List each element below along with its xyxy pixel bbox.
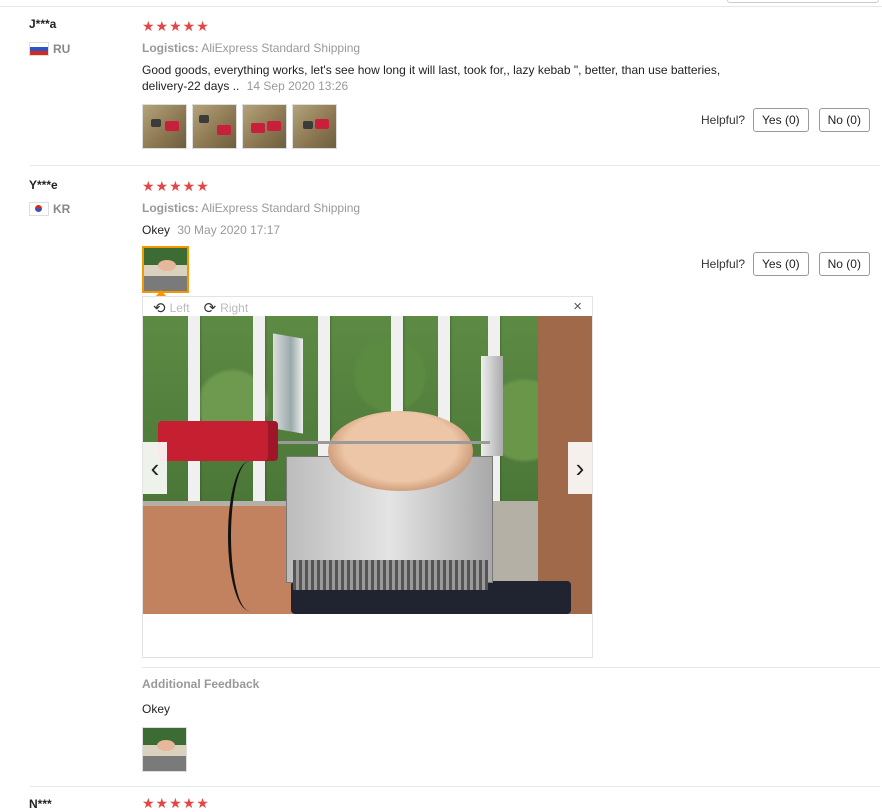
next-photo-button[interactable]: › [568, 442, 592, 494]
review-photos [142, 104, 337, 149]
reviewer-name: N*** [29, 797, 52, 811]
rotate-right-button[interactable]: ⟳ Right [204, 299, 249, 317]
photo-thumbnail[interactable] [142, 104, 187, 149]
helpful-yes-button[interactable]: Yes (0) [753, 252, 809, 276]
reviewer-country: KR [29, 202, 70, 216]
reviewer-country: RU [29, 42, 70, 56]
reviewer-name: J***a [29, 17, 57, 31]
photo-thumbnail[interactable] [192, 104, 237, 149]
logistics-info: Logistics: AliExpress Standard Shipping [142, 201, 360, 215]
logistics-value: AliExpress Standard Shipping [201, 201, 361, 215]
additional-feedback-text: Okey [142, 702, 171, 716]
rotate-left-icon: ⟲ [153, 300, 166, 317]
rotate-left-label: Left [169, 301, 190, 315]
helpful-label: Helpful? [701, 113, 746, 127]
helpful-yes-button[interactable]: Yes (0) [753, 108, 809, 132]
photo-thumbnail[interactable] [142, 727, 187, 772]
review-text-line1: Okey [142, 223, 171, 237]
review-photo-large: ‹ › [143, 316, 592, 614]
review-divider [30, 786, 880, 787]
chevron-right-icon: › [575, 452, 585, 483]
photo-thumbnail-selected[interactable] [142, 246, 189, 293]
logistics-label: Logistics: [142, 201, 199, 215]
review-text: Good goods, everything works, let's see … [142, 62, 720, 94]
photo-thumbnail[interactable] [292, 104, 337, 149]
close-icon[interactable]: × [573, 298, 582, 315]
country-code: RU [53, 42, 71, 56]
star-rating: ★★★★★ [142, 178, 210, 194]
helpful-no-button[interactable]: No (0) [818, 108, 870, 132]
additional-feedback-divider [142, 667, 880, 668]
review-date: 14 Sep 2020 13:26 [246, 79, 349, 93]
helpful-section: Helpful? Yes (0) No (0) [701, 252, 870, 276]
helpful-section: Helpful? Yes (0) No (0) [701, 108, 870, 132]
logistics-value: AliExpress Standard Shipping [201, 41, 361, 55]
review-text: Okey 30 May 2020 17:17 [142, 222, 280, 238]
review-photos [142, 246, 189, 293]
helpful-label: Helpful? [701, 257, 746, 271]
additional-feedback-title: Additional Feedback [142, 677, 260, 691]
previous-photo-button[interactable]: ‹ [143, 442, 167, 494]
chevron-left-icon: ‹ [150, 452, 160, 483]
logistics-label: Logistics: [142, 41, 199, 55]
review-date: 30 May 2020 17:17 [177, 223, 281, 237]
rotate-left-button[interactable]: ⟲ Left [153, 299, 190, 317]
review-text-line1: Good goods, everything works, let's see … [142, 63, 721, 77]
star-rating: ★★★★★ [142, 18, 210, 34]
viewer-toolbar: ⟲ Left ⟳ Right [153, 299, 248, 317]
reviewer-name: Y***e [29, 178, 58, 192]
photo-viewer: ⟲ Left ⟳ Right × ‹ › [142, 296, 593, 658]
rotate-right-icon: ⟳ [203, 300, 217, 317]
rotate-right-label: Right [220, 301, 249, 315]
country-code: KR [53, 202, 71, 216]
photo-thumbnail[interactable] [242, 104, 287, 149]
review-text-line2: delivery-22 days .. [142, 79, 240, 93]
flag-ru-icon [29, 42, 49, 56]
helpful-no-button[interactable]: No (0) [818, 252, 870, 276]
flag-kr-icon [29, 202, 49, 216]
additional-feedback-photos [142, 727, 187, 772]
top-control-partial[interactable] [727, 0, 879, 3]
logistics-info: Logistics: AliExpress Standard Shipping [142, 41, 360, 55]
review-divider [30, 165, 880, 166]
